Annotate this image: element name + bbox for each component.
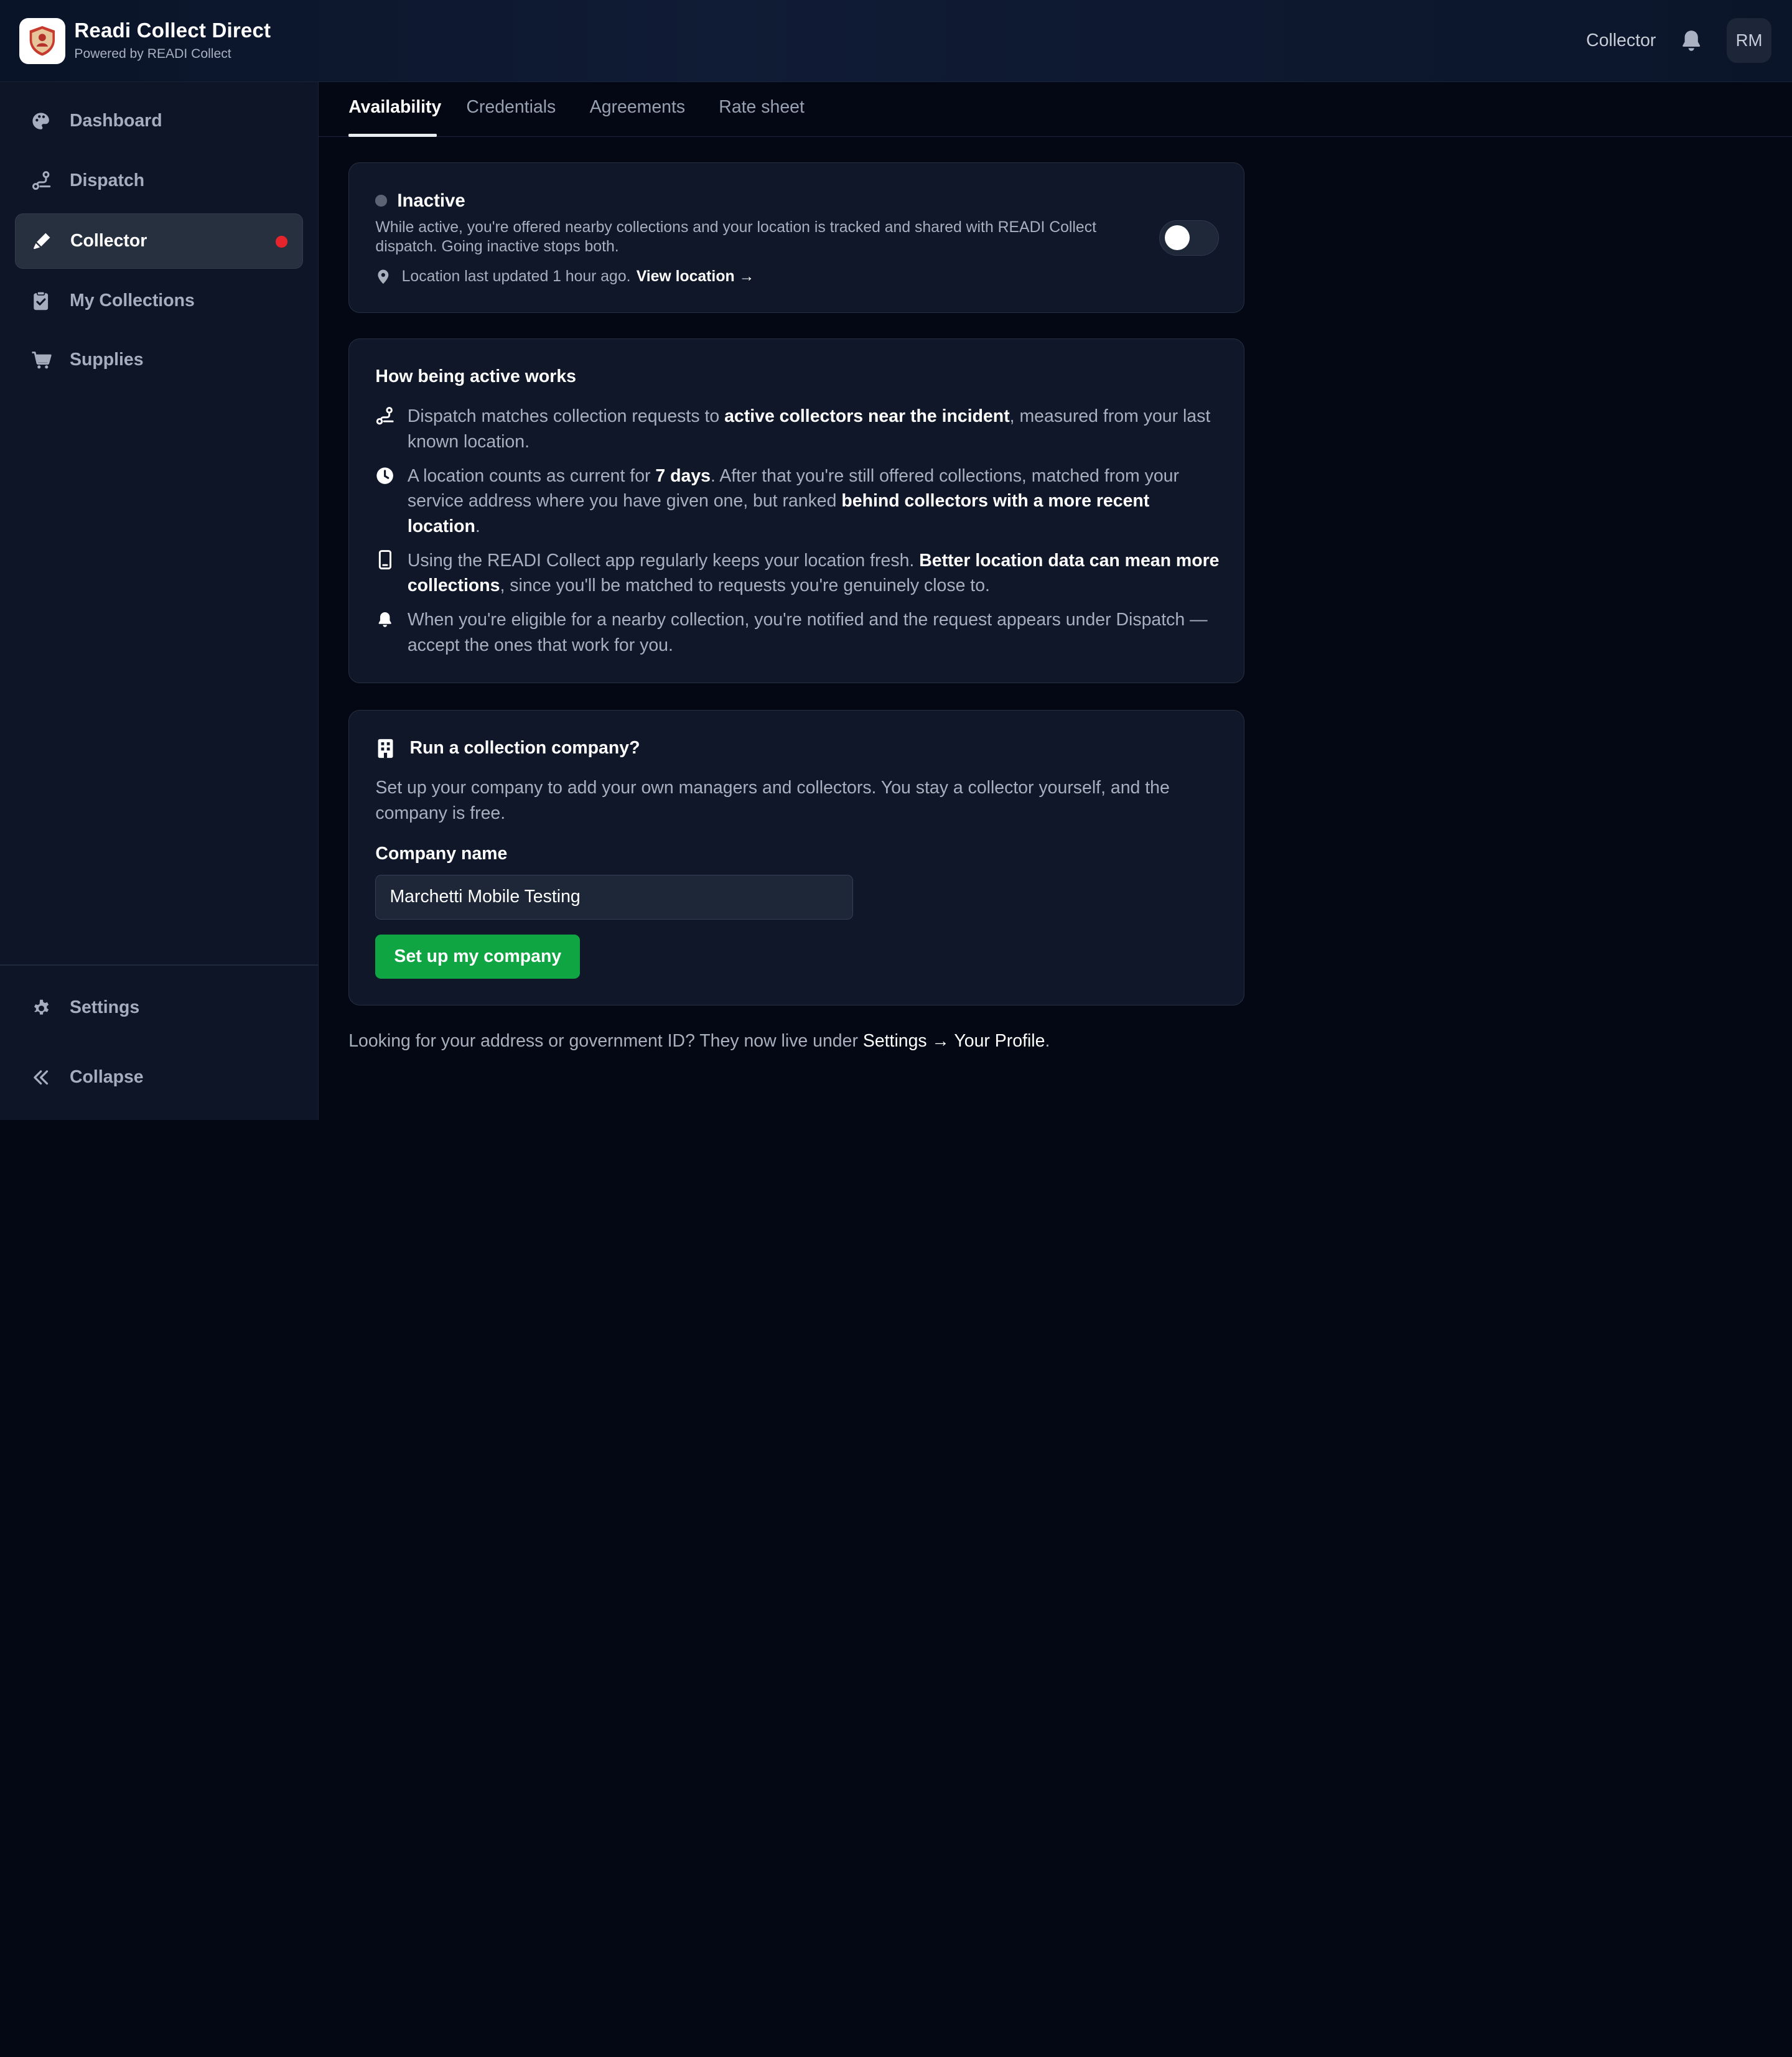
how-item-text: A location counts as current for 7 days.… — [408, 464, 1221, 539]
company-name-label: Company name — [375, 844, 508, 864]
profile-moved-note: Looking for your address or government I… — [348, 1031, 1050, 1052]
how-item-notifications: When you're eligible for a nearby collec… — [375, 607, 1221, 658]
brand-subtitle: Powered by READI Collect — [74, 46, 231, 61]
sidebar-item-label: Settings — [70, 997, 140, 1018]
how-item-text: Dispatch matches collection requests to … — [408, 404, 1221, 454]
how-item-app-usage: Using the READI Collect app regularly ke… — [375, 548, 1221, 599]
settings-profile-link[interactable]: Settings → Your Profile — [863, 1031, 1045, 1051]
note-suffix: . — [1045, 1030, 1050, 1051]
tab-bar: Availability Credentials Agreements Rate… — [319, 82, 1792, 138]
tab-availability[interactable]: Availability — [348, 97, 441, 118]
note-text: Looking for your address or government I… — [348, 1030, 863, 1051]
route-icon — [375, 406, 394, 426]
sidebar-item-dashboard[interactable]: Dashboard — [15, 94, 303, 149]
sidebar-item-supplies[interactable]: Supplies — [15, 332, 303, 387]
sidebar: Dashboard Dispatch Collector My Collecti… — [0, 82, 319, 1120]
text-emphasis: 7 days — [655, 465, 711, 486]
location-row: Location last updated 1 hour ago. View l… — [375, 268, 754, 286]
how-item-text: Using the READI Collect app regularly ke… — [408, 548, 1221, 599]
status-dot — [375, 195, 387, 207]
sidebar-item-label: Supplies — [70, 350, 144, 370]
gear-icon — [31, 997, 52, 1018]
text-part: When you're eligible for a nearby collec… — [407, 610, 1208, 655]
palette-icon — [31, 111, 52, 131]
text-part: . — [475, 516, 480, 536]
notification-dot — [276, 236, 287, 248]
sidebar-collapse-button[interactable]: Collapse — [15, 1050, 303, 1105]
active-tab-indicator — [348, 133, 437, 138]
how-item-location-validity: A location counts as current for 7 days.… — [375, 464, 1221, 539]
toggle-knob — [1164, 225, 1190, 251]
sidebar-item-settings[interactable]: Settings — [15, 981, 303, 1035]
route-icon — [31, 170, 52, 191]
tab-rate-sheet[interactable]: Rate sheet — [719, 97, 805, 118]
clock-icon — [375, 466, 394, 485]
text-part: A location counts as current for — [407, 465, 656, 486]
sidebar-item-label: Dispatch — [70, 170, 145, 190]
sidebar-divider — [0, 964, 319, 966]
company-card-header: Run a collection company? — [375, 738, 640, 758]
building-icon — [378, 739, 393, 758]
tab-credentials[interactable]: Credentials — [466, 97, 556, 118]
company-card-title: Run a collection company? — [409, 737, 640, 758]
brand-block: Readi Collect Direct Powered by READI Co… — [74, 19, 271, 62]
brand-title: Readi Collect Direct — [74, 19, 271, 43]
map-pin-icon — [378, 269, 389, 284]
status-description: While active, you're offered nearby coll… — [375, 218, 1096, 256]
pen-icon — [32, 231, 52, 251]
header-actions: Collector RM — [1586, 18, 1771, 63]
cart-icon — [31, 350, 52, 370]
notifications-bell-icon[interactable] — [1679, 28, 1704, 53]
how-item-dispatch: Dispatch matches collection requests to … — [375, 404, 1221, 454]
sidebar-item-label: Collector — [70, 231, 147, 251]
chevrons-left-icon — [31, 1067, 52, 1088]
clipboard-check-icon — [31, 291, 52, 311]
role-switcher[interactable]: Collector — [1586, 30, 1656, 51]
text-part: Using the READI Collect app regularly ke… — [407, 550, 920, 571]
sidebar-item-label: My Collections — [70, 290, 195, 310]
sidebar-item-label: Dashboard — [70, 111, 162, 131]
active-toggle[interactable] — [1159, 220, 1219, 256]
top-bar: Readi Collect Direct Powered by READI Co… — [0, 0, 1792, 83]
view-location-link[interactable]: View location → — [637, 268, 755, 286]
setup-company-button[interactable]: Set up my company — [375, 934, 581, 979]
user-avatar[interactable]: RM — [1727, 18, 1771, 63]
collapse-label: Collapse — [70, 1067, 144, 1088]
sidebar-item-dispatch[interactable]: Dispatch — [15, 153, 303, 208]
app-logo[interactable] — [19, 18, 65, 64]
how-item-text: When you're eligible for a nearby collec… — [408, 607, 1221, 658]
availability-status-card: Inactive While active, you're offered ne… — [348, 162, 1245, 314]
location-updated-text: Location last updated 1 hour ago. — [401, 268, 631, 285]
sidebar-item-collector[interactable]: Collector — [14, 213, 303, 269]
shield-logo-icon — [29, 26, 55, 56]
how-card-title: How being active works — [375, 366, 576, 386]
sidebar-item-my-collections[interactable]: My Collections — [15, 273, 303, 328]
app-root: Readi Collect Direct Powered by READI Co… — [0, 0, 1792, 1120]
tab-agreements[interactable]: Agreements — [590, 97, 685, 118]
text-emphasis: active collectors near the incident — [724, 406, 1010, 427]
phone-icon — [375, 550, 394, 570]
how-active-works-card: How being active works Dispatch matches … — [348, 338, 1245, 684]
text-part: Dispatch matches collection requests to — [407, 406, 725, 427]
text-part: , since you'll be matched to requests yo… — [500, 576, 990, 596]
status-title: Inactive — [397, 190, 465, 211]
bell-icon — [375, 610, 394, 629]
collection-company-card: Run a collection company? Set up your co… — [348, 709, 1245, 1006]
company-name-input[interactable] — [375, 875, 854, 920]
company-card-description: Set up your company to add your own mana… — [375, 778, 1170, 823]
